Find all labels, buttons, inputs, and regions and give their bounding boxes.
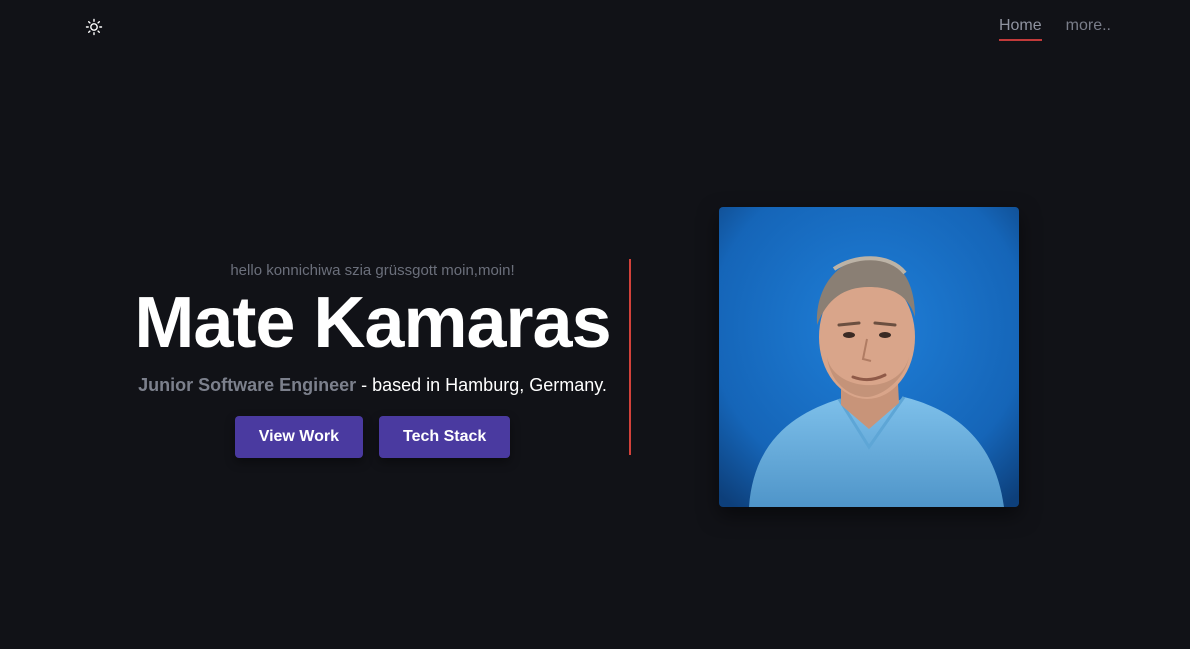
nav-home[interactable]: Home	[998, 17, 1042, 41]
hero-intro: hello konnichiwa szia grüssgott moin,moi…	[120, 262, 625, 458]
hero-name: Mate Kamaras	[134, 283, 611, 363]
nav-more[interactable]: more..	[1066, 17, 1111, 41]
hero-tagline: Junior Software Engineer - based in Hamb…	[120, 375, 625, 396]
vertical-divider	[629, 259, 631, 455]
tech-stack-button[interactable]: Tech Stack	[379, 416, 511, 458]
top-nav: Home more..	[998, 17, 1111, 41]
page: Home more.. hello konnichiwa szia grüssg…	[0, 0, 1190, 649]
location-text: - based in Hamburg, Germany.	[356, 375, 607, 395]
portrait-illustration	[719, 207, 1019, 507]
sun-icon[interactable]	[85, 18, 103, 36]
role-text: Junior Software Engineer	[138, 375, 357, 395]
profile-photo	[719, 207, 1019, 507]
greeting-text: hello konnichiwa szia grüssgott moin,moi…	[230, 262, 515, 279]
hero-buttons: View Work Tech Stack	[120, 416, 625, 458]
view-work-button[interactable]: View Work	[234, 416, 364, 458]
